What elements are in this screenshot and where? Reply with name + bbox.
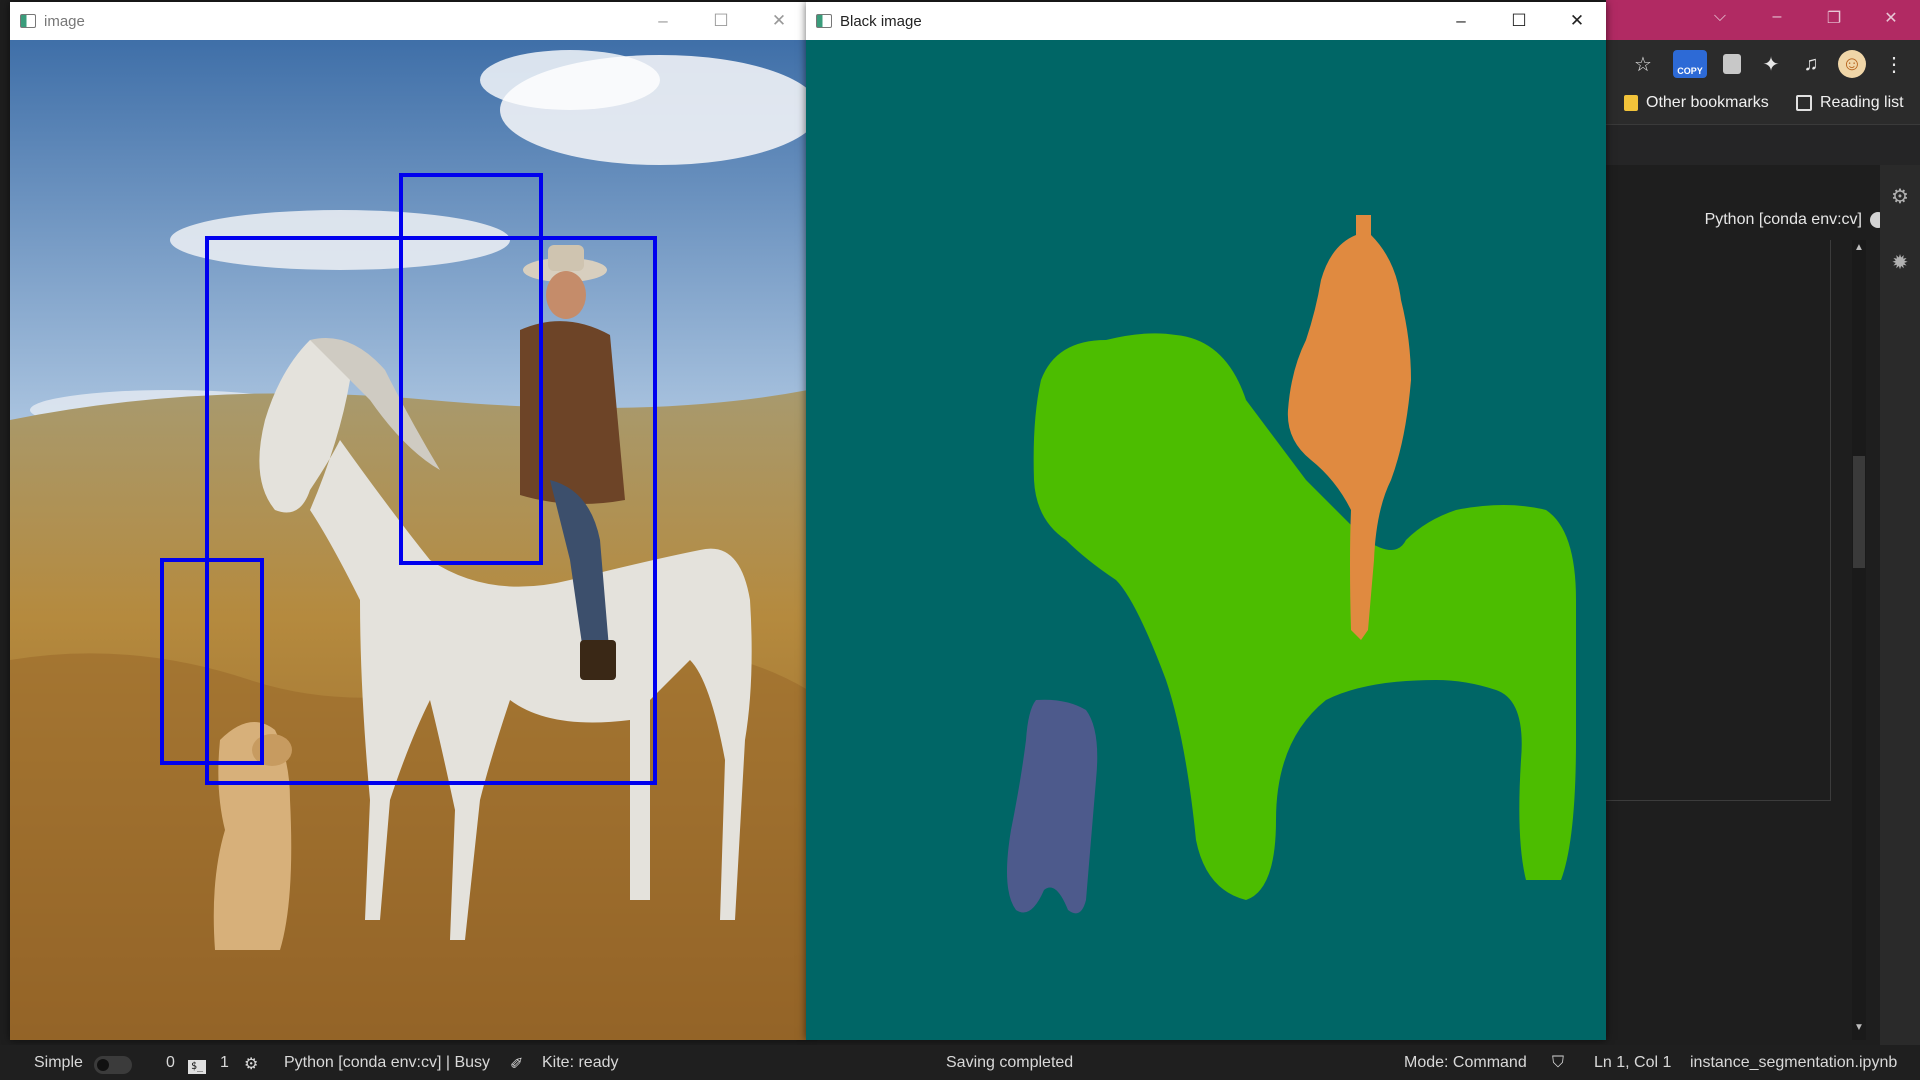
bookmark-reading-list[interactable]: Reading list: [1796, 94, 1904, 112]
media-playlist-icon[interactable]: ♫: [1797, 50, 1825, 78]
detection-canvas: [10, 40, 808, 1040]
browser-menu-icon[interactable]: ⋮: [1880, 50, 1908, 78]
terminal-icon[interactable]: $_: [188, 1056, 206, 1074]
filename: instance_segmentation.ipynb: [1690, 1054, 1898, 1071]
image-minimize-button[interactable]: –: [634, 2, 692, 40]
browser-restore-button[interactable]: ❐: [1814, 8, 1854, 28]
avatar-icon[interactable]: ☺: [1838, 50, 1866, 78]
kernel-indicator[interactable]: Python [conda env:cv]: [1606, 204, 1886, 236]
black-image-window-title: Black image: [840, 12, 922, 30]
notebook-cell-area[interactable]: [1606, 240, 1831, 801]
scroll-down-arrow-icon[interactable]: ▼: [1852, 1022, 1866, 1036]
status-count-b: 1: [220, 1054, 229, 1071]
window-app-icon: [20, 14, 36, 28]
bookmark-star-icon[interactable]: ☆: [1629, 50, 1657, 78]
mask-canvas: [806, 40, 1606, 1040]
mode-indicator[interactable]: Mode: Command: [1404, 1054, 1527, 1072]
black-minimize-button[interactable]: –: [1432, 2, 1490, 40]
kernel-label: Python [conda env:cv]: [1704, 211, 1862, 228]
browser-close-button[interactable]: ✕: [1871, 8, 1911, 28]
photo-scene: [10, 40, 808, 1040]
extensions-puzzle-icon[interactable]: ✦: [1757, 50, 1785, 78]
image-close-button[interactable]: ✕: [750, 2, 808, 40]
kernel-settings-gear-icon[interactable]: ⚙: [244, 1054, 258, 1074]
toggle-knob: [97, 1059, 109, 1071]
property-inspector-gear-icon[interactable]: ⚙: [1880, 184, 1920, 209]
kernel-status[interactable]: Python [conda env:cv] | Busy: [284, 1054, 490, 1072]
copy-extension-icon[interactable]: COPY: [1673, 50, 1707, 78]
black-maximize-button[interactable]: ☐: [1490, 2, 1548, 40]
image-window-title: image: [44, 12, 85, 30]
scrollbar-thumb[interactable]: [1853, 456, 1865, 568]
scroll-up-arrow-icon[interactable]: ▲: [1852, 242, 1866, 256]
save-status: Saving completed: [946, 1054, 1074, 1071]
profile-extension-icon[interactable]: [1718, 50, 1746, 78]
simple-mode-label: Simple: [34, 1054, 83, 1071]
tab-search-button[interactable]: ⌵: [1700, 8, 1740, 26]
image-window-titlebar[interactable]: image – ☐ ✕: [10, 2, 808, 40]
black-image-window-titlebar[interactable]: Black image – ☐ ✕: [806, 2, 1606, 40]
status-count-a: 0: [166, 1054, 175, 1071]
vertical-scrollbar[interactable]: [1852, 240, 1866, 1040]
status-bar: Simple 0 $_ 1 ⚙ Python [conda env:cv] | …: [0, 1045, 1920, 1080]
folder-icon: [1624, 95, 1638, 111]
image-maximize-button[interactable]: ☐: [692, 2, 750, 40]
debugger-bug-icon[interactable]: ✹: [1880, 250, 1920, 275]
kite-status[interactable]: Kite: ready: [542, 1054, 618, 1072]
cursor-position[interactable]: Ln 1, Col 1: [1594, 1054, 1671, 1072]
image-window[interactable]: image – ☐ ✕: [10, 2, 808, 1040]
reading-list-label: Reading list: [1820, 94, 1904, 111]
black-close-button[interactable]: ✕: [1548, 2, 1606, 40]
black-image-window[interactable]: Black image – ☐ ✕: [806, 2, 1606, 1040]
bookmark-other-label: Other bookmarks: [1646, 94, 1769, 111]
kite-icon: ✐: [510, 1056, 524, 1073]
activity-bar: [1880, 165, 1920, 1045]
browser-content-area: [1606, 125, 1920, 165]
window-app-icon: [816, 14, 832, 28]
bookmark-other[interactable]: Other bookmarks: [1624, 94, 1769, 112]
browser-minimize-button[interactable]: –: [1757, 8, 1797, 26]
trust-shield-icon[interactable]: ⛉: [1552, 1054, 1564, 1072]
reading-list-icon: [1796, 95, 1812, 111]
